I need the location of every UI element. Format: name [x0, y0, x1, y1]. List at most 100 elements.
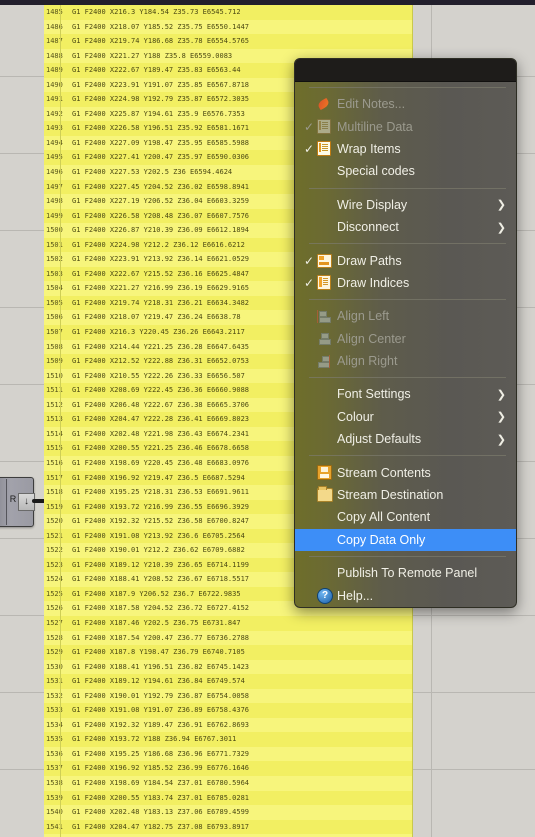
check-icon: ✓: [304, 275, 315, 290]
component-body[interactable]: R ↓: [0, 477, 35, 527]
menu-item-colour[interactable]: Colour ❯: [295, 406, 516, 428]
data-line-index: 1503: [46, 269, 63, 278]
data-line-text: G1 F2400 X195.25 Y218.31 Z36.53 E6691.96…: [72, 488, 250, 497]
data-line[interactable]: 1533 G1 F2400 X191.08 Y191.07 Z36.89 E675…: [44, 703, 412, 718]
data-line-text: G1 F2400 X189.12 Y194.61 Z36.84 E6749.57…: [72, 677, 245, 686]
data-line[interactable]: 1536 G1 F2400 X195.25 Y186.68 Z36.96 E677…: [44, 746, 412, 762]
data-line-text: G1 F2400 X200.55 Y221.25 Z36.46 E6678.66…: [72, 444, 250, 453]
menu-item-label: Colour: [337, 409, 374, 424]
data-line[interactable]: 1485 G1 F2400 X216.3 Y184.54 Z35.73 E6545…: [44, 5, 412, 20]
menu-item-copy-data-only[interactable]: Copy Data Only: [295, 528, 516, 552]
gh-component[interactable]: R ↓: [0, 477, 52, 527]
data-line-text: G1 F2400 X224.98 Y212.2 Z36.12 E6616.621…: [72, 240, 245, 249]
data-line-text: G1 F2400 X214.44 Y221.25 Z36.28 E6647.64…: [72, 342, 250, 351]
data-line-text: G1 F2400 X218.07 Y185.52 Z35.75 E6550.14…: [72, 22, 250, 31]
data-line[interactable]: 1531 G1 F2400 X189.12 Y194.61 Z36.84 E674…: [44, 674, 412, 689]
menu-item-copy-all-content[interactable]: Copy All Content: [295, 506, 516, 528]
data-line-text: G1 F2400 X219.74 Y218.31 Z36.21 E6634.34…: [72, 298, 250, 307]
menu-item-align-right: Align Right: [295, 350, 516, 372]
data-line[interactable]: 1541 G1 F2400 X204.47 Y182.75 Z37.08 E679…: [44, 820, 412, 835]
data-line-index: 1518: [46, 488, 63, 497]
menu-item-stream-destination[interactable]: Stream Destination: [295, 484, 516, 506]
menu-item-draw-indices[interactable]: ✓ Draw Indices: [295, 272, 516, 294]
chevron-right-icon: ❯: [496, 221, 506, 234]
data-line[interactable]: 1487 G1 F2400 X219.74 Y186.68 Z35.78 E655…: [44, 34, 412, 49]
data-line-index: 1501: [46, 240, 63, 249]
data-line-index: 1533: [46, 706, 63, 715]
data-line-index: 1505: [46, 298, 63, 307]
data-line[interactable]: 1527 G1 F2400 X187.46 Y202.5 Z36.75 E6731…: [44, 616, 412, 631]
data-line-text: G1 F2400 X227.09 Y198.47 Z35.95 E6585.59…: [72, 138, 250, 147]
menu-separator: [309, 377, 506, 379]
help-icon: ?: [317, 587, 337, 604]
data-line-text: G1 F2400 X206.48 Y222.67 Z36.38 E6665.37…: [72, 400, 250, 409]
menu-item-label: Align Left: [337, 309, 390, 324]
menu-item-disconnect[interactable]: Disconnect ❯: [295, 216, 516, 238]
data-line-index: 1507: [46, 328, 63, 337]
data-line[interactable]: 1532 G1 F2400 X190.01 Y192.79 Z36.87 E675…: [44, 688, 412, 704]
data-line[interactable]: 1528 G1 F2400 X187.54 Y200.47 Z36.77 E673…: [44, 630, 412, 646]
menu-item-wire-display[interactable]: Wire Display ❯: [295, 194, 516, 216]
menu-item-wrap-items[interactable]: ✓ Wrap Items: [295, 138, 516, 160]
data-line-text: G1 F2400 X227.41 Y200.47 Z35.97 E6590.03…: [72, 153, 250, 162]
data-line-text: G1 F2400 X196.92 Y185.52 Z36.99 E6776.16…: [72, 764, 250, 773]
data-line-text: G1 F2400 X200.55 Y183.74 Z37.01 E6785.02…: [72, 793, 250, 802]
menu-item-edit-notes: Edit Notes...: [295, 93, 516, 115]
data-line-text: G1 F2400 X216.3 Y184.54 Z35.73 E6545.712: [72, 8, 241, 16]
menu-item-adjust-defaults[interactable]: Adjust Defaults ❯: [295, 428, 516, 450]
data-line-text: G1 F2400 X195.25 Y186.68 Z36.96 E6771.73…: [72, 749, 250, 758]
data-line-text: G1 F2400 X190.01 Y212.2 Z36.62 E6709.688…: [72, 546, 245, 555]
menu-item-special-codes[interactable]: Special codes: [295, 160, 516, 182]
data-line-index: 1494: [46, 138, 63, 147]
data-line-index: 1495: [46, 153, 63, 162]
check-icon: ✓: [304, 141, 315, 156]
data-line-text: G1 F2400 X196.92 Y219.47 Z36.5 E6687.529…: [72, 473, 245, 482]
align-center-icon: [317, 332, 337, 346]
menu-item-label: Stream Destination: [337, 488, 444, 503]
data-line-index: 1520: [46, 517, 63, 526]
data-line-text: G1 F2400 X198.69 Y220.45 Z36.48 E6683.09…: [72, 458, 250, 467]
data-line-index: 1535: [46, 735, 63, 744]
data-line[interactable]: 1534 G1 F2400 X192.32 Y189.47 Z36.91 E676…: [44, 717, 412, 733]
data-line[interactable]: 1537 G1 F2400 X196.92 Y185.52 Z36.99 E677…: [44, 761, 412, 776]
menu-item-publish-to-remote-panel[interactable]: Publish To Remote Panel: [295, 562, 516, 584]
context-menu[interactable]: Edit Notes... ✓ Multiline Data ✓ Wrap Items S…: [294, 58, 517, 608]
menu-item-label: Adjust Defaults: [337, 432, 422, 447]
menu-item-label: Publish To Remote Panel: [337, 566, 478, 581]
no-icon: [317, 164, 337, 178]
menu-item-label: Wire Display: [337, 197, 408, 212]
data-line-index: 1509: [46, 357, 63, 366]
data-line-index: 1523: [46, 560, 63, 569]
menu-item-stream-contents[interactable]: Stream Contents: [295, 461, 516, 483]
menu-item-label: Copy All Content: [337, 510, 431, 525]
context-menu-header: [295, 59, 516, 82]
data-line[interactable]: 1535 G1 F2400 X193.72 Y188 Z36.94 E6767.3…: [44, 732, 412, 747]
context-menu-body[interactable]: Edit Notes... ✓ Multiline Data ✓ Wrap Items S…: [295, 87, 516, 607]
data-line-index: 1486: [46, 22, 63, 31]
data-line-text: G1 F2400 X223.91 Y213.92 Z36.14 E6621.05…: [72, 255, 250, 264]
menu-item-help[interactable]: ? Help...: [295, 584, 516, 606]
data-line-index: 1515: [46, 444, 63, 453]
data-line[interactable]: 1529 G1 F2400 X187.8 Y198.47 Z36.79 E6740…: [44, 645, 412, 660]
no-icon: [317, 533, 337, 547]
data-line-text: G1 F2400 X221.27 Y188 Z35.8 E6559.0083: [72, 51, 233, 60]
data-line-text: G1 F2400 X210.55 Y222.26 Z36.33 E6656.50…: [72, 371, 245, 380]
chevron-right-icon: ❯: [496, 433, 506, 446]
data-line-text: G1 F2400 X187.9 Y206.52 Z36.7 E6722.9835: [72, 589, 241, 598]
data-line[interactable]: 1540 G1 F2400 X202.48 Y183.13 Z37.06 E678…: [44, 805, 412, 820]
menu-item-align-center: Align Center: [295, 328, 516, 350]
data-line[interactable]: 1530 G1 F2400 X188.41 Y196.51 Z36.82 E674…: [44, 659, 412, 675]
data-line-index: 1488: [46, 51, 63, 60]
menu-item-label: Wrap Items: [337, 141, 401, 156]
menu-item-font-settings[interactable]: Font Settings ❯: [295, 383, 516, 405]
data-line[interactable]: 1538 G1 F2400 X198.69 Y184.54 Z37.01 E678…: [44, 775, 412, 791]
data-line-text: G1 F2400 X222.67 Y215.52 Z36.16 E6625.48…: [72, 269, 250, 278]
data-line[interactable]: 1539 G1 F2400 X200.55 Y183.74 Z37.01 E678…: [44, 791, 412, 806]
data-line[interactable]: 1486 G1 F2400 X218.07 Y185.52 Z35.75 E655…: [44, 19, 412, 35]
menu-item-draw-paths[interactable]: ✓ Draw Paths: [295, 249, 516, 271]
data-line-text: G1 F2400 X221.27 Y216.99 Z36.19 E6629.91…: [72, 284, 250, 293]
data-line-index: 1514: [46, 429, 63, 438]
note-pencil-icon: [317, 97, 337, 111]
data-line-index: 1536: [46, 749, 63, 758]
data-line-index: 1510: [46, 371, 63, 380]
